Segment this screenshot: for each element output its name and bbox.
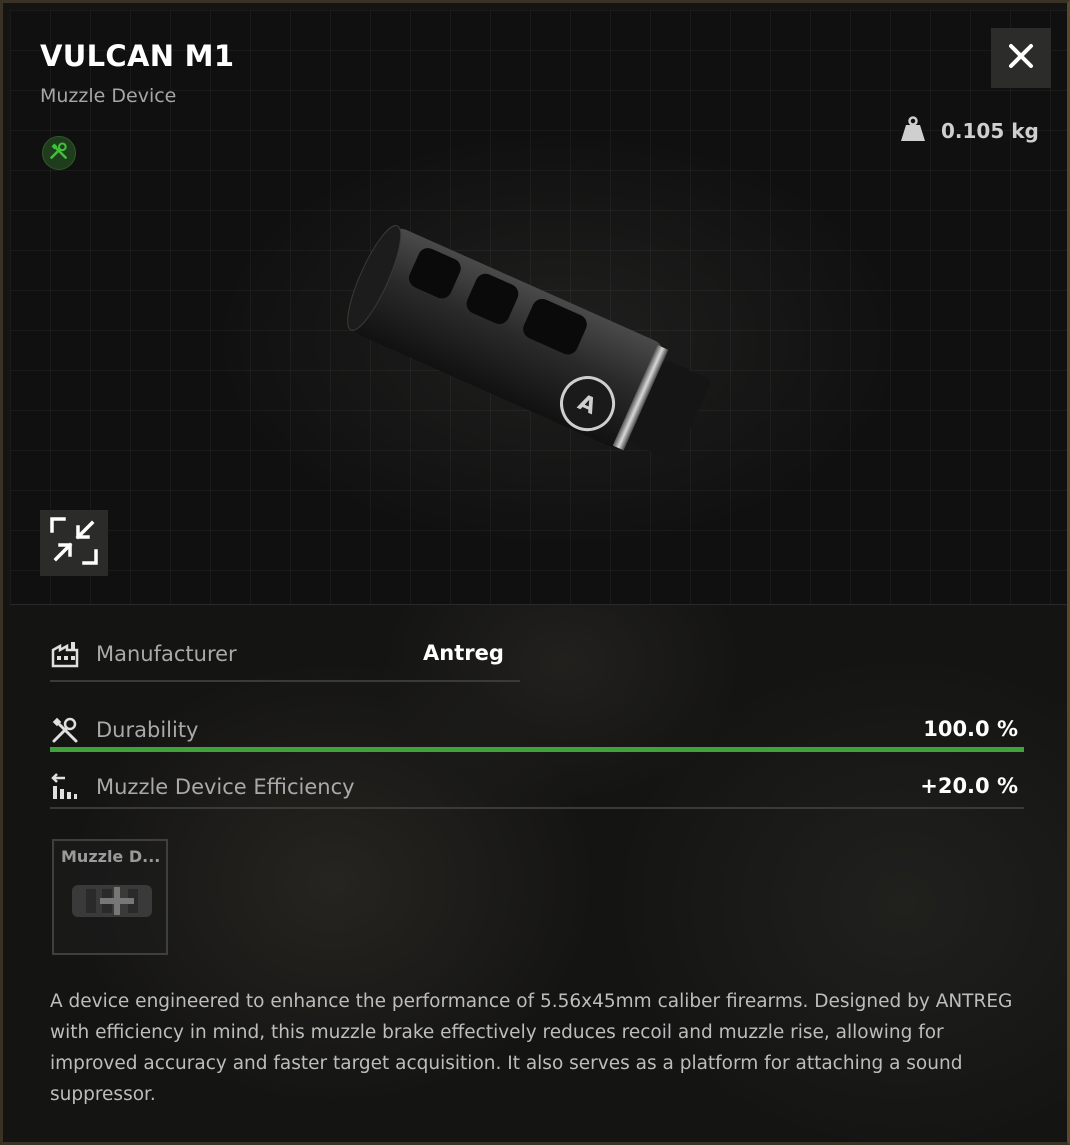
weight-value: 0.105 kg xyxy=(941,119,1039,143)
manufacturer-divider xyxy=(50,680,520,682)
efficiency-divider xyxy=(50,807,1024,809)
wrench-screwdriver-icon xyxy=(49,141,69,165)
manufacturer-value: Antreg xyxy=(423,641,504,665)
stat-manufacturer: Manufacturer xyxy=(50,639,237,669)
collapse-arrows-icon xyxy=(50,517,98,569)
item-render-image: A xyxy=(347,225,710,461)
stat-efficiency: Muzzle Device Efficiency xyxy=(50,772,355,802)
durability-label: Durability xyxy=(96,718,199,742)
manufacturer-label: Manufacturer xyxy=(96,642,237,666)
item-category: Muzzle Device xyxy=(40,85,177,107)
muzzle-device-slot[interactable]: Muzzle D... xyxy=(52,839,168,955)
close-button[interactable] xyxy=(991,28,1051,88)
item-weight: 0.105 kg xyxy=(899,116,1039,146)
efficiency-label: Muzzle Device Efficiency xyxy=(96,775,355,799)
item-description: A device engineered to enhance the perfo… xyxy=(50,991,1013,1105)
factory-icon xyxy=(50,639,80,669)
arrows-bars-icon xyxy=(50,772,80,802)
collapse-preview-button[interactable] xyxy=(40,510,108,576)
efficiency-value: +20.0 % xyxy=(920,774,1018,798)
item-title: VULCAN M1 xyxy=(40,39,235,73)
close-icon xyxy=(1008,43,1034,73)
stat-durability: Durability xyxy=(50,715,198,745)
weight-icon xyxy=(899,116,927,146)
durability-bar-fill xyxy=(50,747,1024,752)
wrench-screwdriver-icon xyxy=(50,715,80,745)
muzzle-device-slot-icon xyxy=(70,879,154,927)
durability-value: 100.0 % xyxy=(923,717,1018,741)
repair-badge xyxy=(42,136,76,170)
durability-bar xyxy=(50,747,1024,752)
item-details-panel: A VULCAN M1 Muzzle Device 0.105 kg Manuf… xyxy=(0,0,1070,1145)
slot-label: Muzzle D... xyxy=(61,847,161,866)
